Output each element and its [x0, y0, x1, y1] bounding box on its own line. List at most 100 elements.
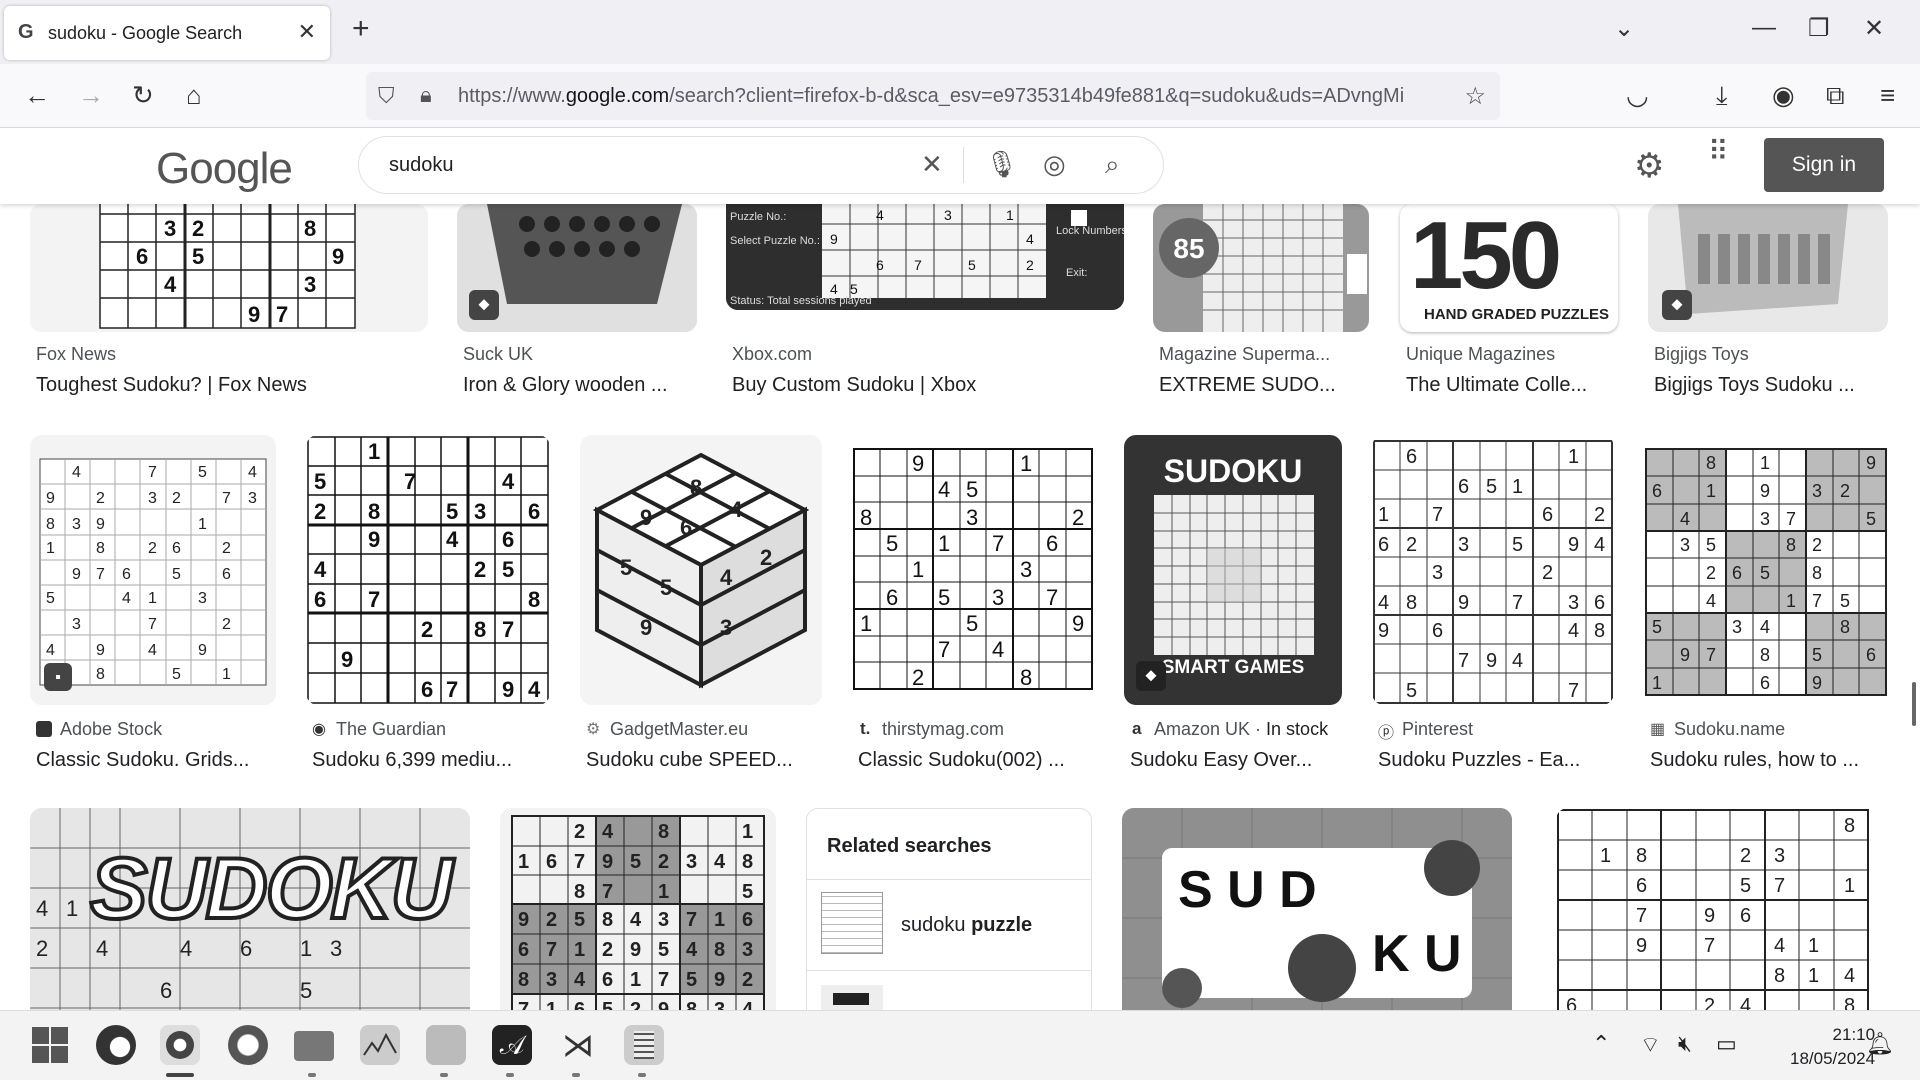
sudoku-grid-thumbnail[interactable]: 328 659 43 97	[30, 204, 428, 332]
search-icon[interactable]: ⌕	[1105, 149, 1120, 181]
result-source[interactable]: Amazon UK · In stock	[1154, 719, 1328, 740]
result-source[interactable]: GadgetMaster.eu	[610, 719, 748, 740]
blank-sudoku-thumbnail[interactable]: 8 1 8 2 3 6 5 7 1 7 9 6 9 7 4 1 8 1 4 6 2 4 8	[1556, 808, 1888, 1010]
snipping-tool-icon[interactable]	[426, 1025, 466, 1065]
chrome-icon[interactable]	[228, 1025, 268, 1065]
search-input[interactable]: sudoku	[389, 154, 454, 177]
svg-text:9: 9	[602, 851, 613, 873]
shaded-grid-thumbnail[interactable]: 2481167952348871592584371667129548383461…	[500, 808, 776, 1010]
result-caption[interactable]: EXTREME SUDO...	[1159, 374, 1369, 397]
result-source[interactable]: Pinterest	[1402, 719, 1473, 740]
minimize-icon[interactable]: —	[1752, 14, 1776, 42]
magazine-cover-thumbnail[interactable]: 85	[1153, 204, 1369, 332]
result-caption[interactable]: Sudoku rules, how to ...	[1650, 749, 1890, 772]
result-caption[interactable]: Sudoku 6,399 mediu...	[312, 749, 552, 772]
sudoku-flowers-thumbnail[interactable]: S U D K U	[1122, 808, 1512, 1010]
tab-google-search[interactable]: G sudoku - Google Search ✕	[4, 6, 330, 60]
acrobat-icon[interactable]: 𝒜	[492, 1025, 532, 1065]
account-icon[interactable]: ◉	[1772, 80, 1795, 111]
home-icon[interactable]: ⌂	[186, 80, 202, 111]
guardian-grid-thumbnail[interactable]: 15742853694642567828796794	[306, 435, 550, 705]
result-source[interactable]: Suck UK	[463, 344, 533, 365]
result-caption[interactable]: Bigjigs Toys Sudoku ...	[1654, 374, 1886, 397]
battery-icon[interactable]: ▭	[1716, 1031, 1737, 1057]
edge-browser-icon[interactable]	[96, 1025, 136, 1065]
microphone-icon[interactable]: 🎙︎	[985, 149, 1018, 180]
result-caption[interactable]: Sudoku Easy Over...	[1130, 749, 1340, 772]
notification-bell-icon[interactable]: 🔔︎	[1866, 1031, 1894, 1057]
svg-text:2: 2	[222, 616, 231, 633]
adobe-grid-thumbnail[interactable]: 47549232738391182629765654133724949851 ▪	[30, 435, 276, 705]
notepad-icon[interactable]	[624, 1025, 664, 1065]
result-caption[interactable]: Sudoku cube SPEED...	[586, 749, 826, 772]
result-source[interactable]: Fox News	[36, 344, 116, 365]
result-caption[interactable]: Iron & Glory wooden ...	[463, 374, 693, 397]
wifi-icon[interactable]: ⌔	[1640, 1031, 1661, 1059]
related-search-item[interactable]: sudoku puzzle	[807, 880, 1091, 970]
vscode-icon[interactable]: ⋊	[558, 1025, 598, 1065]
printable-sudoku-thumbnail[interactable]: 4124461365 SUDOKU	[30, 808, 470, 1010]
show-hidden-icons-chevron-icon[interactable]: ⌃	[1592, 1031, 1610, 1057]
restore-icon[interactable]: ❐	[1808, 14, 1830, 43]
sign-in-button[interactable]: Sign in	[1764, 138, 1884, 192]
xbox-sudoku-thumbnail[interactable]: 43194675245 Puzzle No.: Select Puzzle No.…	[726, 204, 1124, 310]
result-caption[interactable]: Toughest Sudoku? | Fox News	[36, 374, 416, 397]
result-source[interactable]: Adobe Stock	[60, 719, 162, 740]
svg-text:8: 8	[742, 851, 753, 873]
task-manager-icon[interactable]	[360, 1025, 400, 1065]
result-source[interactable]: Magazine Superma...	[1159, 344, 1330, 365]
amazon-book-thumbnail[interactable]: SUDOKU SMART GAMES ⬥	[1124, 435, 1342, 705]
result-caption[interactable]: Sudoku Puzzles - Ea...	[1378, 749, 1618, 772]
result-source[interactable]: Sudoku.name	[1674, 719, 1785, 740]
shield-icon[interactable]: ⛉	[378, 83, 395, 109]
result-caption[interactable]: The Ultimate Colle...	[1406, 374, 1616, 397]
svg-text:5: 5	[966, 477, 978, 502]
address-bar[interactable]: ⛉ 🔒︎ https://www.google.com/search?clien…	[366, 72, 1500, 120]
pocket-icon[interactable]: ◡	[1626, 80, 1649, 111]
file-explorer-icon[interactable]	[294, 1031, 334, 1061]
result-source[interactable]: The Guardian	[336, 719, 446, 740]
menu-icon[interactable]: ≡	[1880, 80, 1895, 111]
extensions-icon[interactable]: ⧉	[1826, 80, 1845, 112]
url-text[interactable]: https://www.google.com/search?client=fir…	[458, 85, 1456, 108]
settings-gear-icon[interactable]: ⚙	[1634, 146, 1664, 186]
related-search-label[interactable]: sudoku puzzle	[901, 914, 1032, 937]
tab-list-chevron-icon[interactable]: ⌄	[1614, 14, 1634, 43]
downloads-icon[interactable]: ⤓	[1716, 80, 1728, 112]
bookmark-star-icon[interactable]: ☆	[1464, 82, 1486, 111]
result-source[interactable]: Bigjigs Toys	[1654, 344, 1749, 365]
windows-start-icon[interactable]	[30, 1025, 70, 1065]
pinterest-grid-thumbnail[interactable]: 61651176262359432489736964879457	[1372, 435, 1614, 705]
result-caption[interactable]: Classic Sudoku(002) ...	[858, 749, 1098, 772]
related-thumbnail[interactable]	[821, 985, 883, 1010]
new-tab-icon[interactable]: +	[352, 12, 370, 46]
page-scrollbar[interactable]	[1912, 682, 1916, 726]
result-caption[interactable]: Classic Sudoku. Grids...	[36, 749, 276, 772]
tab-close-icon[interactable]: ✕	[298, 19, 316, 45]
classic-sudoku-thumbnail[interactable]: 914583251761365371597428	[852, 435, 1094, 705]
svg-text:9: 9	[198, 642, 207, 659]
result-source[interactable]: Xbox.com	[732, 344, 812, 365]
svg-text:2: 2	[630, 999, 641, 1010]
reload-icon[interactable]: ↻	[132, 80, 154, 111]
result-source[interactable]: thirstymag.com	[882, 719, 1004, 740]
sudoku-name-thumbnail[interactable]: 819619324375358226584175534897856169	[1644, 435, 1888, 705]
google-logo[interactable]: Google	[156, 144, 293, 194]
apps-grid-icon[interactable]: ⠿	[1708, 138, 1738, 166]
result-caption[interactable]: Buy Custom Sudoku | Xbox	[732, 374, 1122, 397]
volume-muted-icon[interactable]: 🔇︎	[1678, 1031, 1692, 1057]
forward-icon[interactable]: →	[78, 80, 104, 111]
search-box[interactable]: sudoku ✕ 🎙︎ ◎ ⌕	[358, 136, 1164, 194]
back-icon[interactable]: ←	[24, 80, 50, 111]
lens-camera-icon[interactable]: ◎	[1043, 149, 1066, 180]
lock-icon[interactable]: 🔒︎	[420, 82, 432, 108]
result-source[interactable]: Unique Magazines	[1406, 344, 1555, 365]
ultimate-collection-thumbnail[interactable]: 150 HAND GRADED PUZZLES	[1400, 204, 1618, 332]
window-close-icon[interactable]: ✕	[1864, 14, 1884, 43]
firefox-icon[interactable]	[160, 1025, 200, 1065]
sudoku-cube-thumbnail[interactable]: 8496554293	[580, 435, 822, 705]
bigjigs-toy-thumbnail[interactable]: ⬥	[1648, 204, 1888, 332]
clear-search-icon[interactable]: ✕	[921, 149, 943, 180]
wooden-board-thumbnail[interactable]: ⬥	[457, 204, 697, 332]
system-clock[interactable]: 21:10 18/05/2024	[1790, 1023, 1875, 1071]
